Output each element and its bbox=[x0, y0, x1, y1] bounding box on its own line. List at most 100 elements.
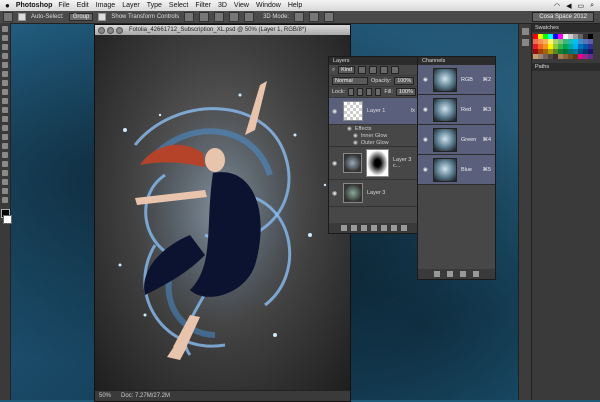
path-select-tool-icon[interactable] bbox=[2, 170, 8, 176]
wifi-icon[interactable]: ◠ bbox=[554, 2, 560, 10]
align-icon[interactable] bbox=[214, 12, 225, 22]
brush-tool-icon[interactable] bbox=[2, 89, 8, 95]
type-tool-icon[interactable] bbox=[2, 161, 8, 167]
zoom-tool-icon[interactable] bbox=[2, 197, 8, 203]
layer-name[interactable]: Layer 3 bbox=[367, 190, 385, 196]
opacity-field[interactable]: 100% bbox=[394, 77, 415, 85]
apple-icon[interactable]: ● bbox=[5, 1, 10, 10]
lock-position-icon[interactable] bbox=[366, 88, 373, 96]
channel-row[interactable]: ◉ Green ⌘4 bbox=[418, 125, 495, 155]
document-size[interactable]: Doc: 7.27M/27.2M bbox=[121, 393, 170, 399]
eye-icon[interactable]: ◉ bbox=[423, 137, 429, 143]
filter-pixel-icon[interactable] bbox=[358, 66, 367, 74]
show-transform-checkbox[interactable] bbox=[98, 13, 107, 21]
align-icon[interactable] bbox=[199, 12, 210, 22]
dodge-tool-icon[interactable] bbox=[2, 143, 8, 149]
move-tool-icon[interactable] bbox=[2, 26, 8, 32]
zoom-level[interactable]: 50% bbox=[99, 393, 111, 399]
filter-adjustment-icon[interactable] bbox=[369, 66, 378, 74]
filter-type-icon[interactable] bbox=[380, 66, 389, 74]
eye-icon[interactable]: ◉ bbox=[423, 167, 429, 173]
eye-icon[interactable]: ◉ bbox=[332, 160, 339, 167]
workspace-switcher[interactable]: Cosa Space 2012 bbox=[532, 12, 594, 22]
load-selection-icon[interactable] bbox=[434, 271, 440, 277]
trash-icon[interactable] bbox=[401, 225, 407, 231]
layer-name[interactable]: Layer 3 c... bbox=[393, 157, 419, 169]
history-icon[interactable] bbox=[522, 28, 529, 35]
auto-select-checkbox[interactable] bbox=[18, 13, 26, 21]
new-channel-icon[interactable] bbox=[460, 271, 466, 277]
layer-name[interactable]: Layer 1 bbox=[367, 108, 385, 114]
filter-shape-icon[interactable] bbox=[391, 66, 400, 74]
eye-icon[interactable]: ◉ bbox=[353, 140, 358, 146]
layer-row[interactable]: ◉ Layer 1 fx bbox=[329, 98, 419, 125]
save-selection-icon[interactable] bbox=[447, 271, 453, 277]
adjustment-icon[interactable] bbox=[371, 225, 377, 231]
distribute-icon[interactable] bbox=[229, 12, 240, 22]
tab-channels[interactable]: Channels bbox=[418, 58, 449, 64]
lock-pixels-icon[interactable] bbox=[357, 88, 364, 96]
lasso-tool-icon[interactable] bbox=[2, 44, 8, 50]
layer-row[interactable]: ◉ Layer 3 c... bbox=[329, 147, 419, 180]
move-tool-icon[interactable] bbox=[3, 12, 13, 22]
lock-transparent-icon[interactable] bbox=[348, 88, 355, 96]
menu-filter[interactable]: Filter bbox=[195, 2, 211, 9]
menu-layer[interactable]: Layer bbox=[122, 2, 140, 9]
healing-tool-icon[interactable] bbox=[2, 80, 8, 86]
tab-layers[interactable]: Layers bbox=[329, 58, 354, 64]
filter-kind-dropdown[interactable]: Kind bbox=[338, 66, 356, 74]
quick-select-tool-icon[interactable] bbox=[2, 53, 8, 59]
menu-3d[interactable]: 3D bbox=[218, 2, 227, 9]
auto-select-dropdown[interactable]: Group bbox=[68, 13, 94, 21]
blur-tool-icon[interactable] bbox=[2, 134, 8, 140]
marquee-tool-icon[interactable] bbox=[2, 35, 8, 41]
eye-icon[interactable]: ◉ bbox=[423, 77, 429, 83]
effects-header[interactable]: ◉ Effects bbox=[329, 125, 419, 132]
menu-help[interactable]: Help bbox=[288, 2, 302, 9]
eye-icon[interactable]: ◉ bbox=[353, 133, 358, 139]
link-icon[interactable] bbox=[341, 225, 347, 231]
menu-image[interactable]: Image bbox=[96, 2, 115, 9]
minimize-icon[interactable] bbox=[107, 26, 114, 34]
effect-row[interactable]: ◉ Outer Glow bbox=[329, 139, 419, 147]
tab-swatches[interactable]: Swatches bbox=[532, 24, 600, 32]
fill-field[interactable]: 100% bbox=[395, 88, 416, 96]
crop-tool-icon[interactable] bbox=[2, 62, 8, 68]
properties-icon[interactable] bbox=[522, 39, 529, 46]
eye-icon[interactable]: ◉ bbox=[347, 126, 352, 132]
background-color-swatch[interactable] bbox=[3, 215, 12, 224]
mask-icon[interactable] bbox=[361, 225, 367, 231]
eraser-tool-icon[interactable] bbox=[2, 116, 8, 122]
effect-row[interactable]: ◉ Inner Glow bbox=[329, 132, 419, 139]
3d-pan-icon[interactable] bbox=[324, 12, 335, 22]
history-brush-tool-icon[interactable] bbox=[2, 107, 8, 113]
clone-tool-icon[interactable] bbox=[2, 98, 8, 104]
eye-icon[interactable]: ◉ bbox=[332, 190, 339, 197]
hand-tool-icon[interactable] bbox=[2, 188, 8, 194]
gradient-tool-icon[interactable] bbox=[2, 125, 8, 131]
fx-icon[interactable] bbox=[351, 225, 357, 231]
menu-type[interactable]: Type bbox=[147, 2, 162, 9]
eyedropper-tool-icon[interactable] bbox=[2, 71, 8, 77]
zoom-icon[interactable] bbox=[116, 26, 123, 34]
eye-icon[interactable]: ◉ bbox=[423, 107, 429, 113]
3d-roll-icon[interactable] bbox=[309, 12, 320, 22]
layer-row[interactable]: ◉ Layer 3 bbox=[329, 180, 419, 207]
shape-tool-icon[interactable] bbox=[2, 179, 8, 185]
3d-rotate-icon[interactable] bbox=[294, 12, 305, 22]
color-swatch[interactable] bbox=[588, 54, 593, 59]
distribute-icon[interactable] bbox=[244, 12, 255, 22]
new-layer-icon[interactable] bbox=[391, 225, 397, 231]
lock-all-icon[interactable] bbox=[375, 88, 382, 96]
battery-icon[interactable]: ▭ bbox=[577, 2, 584, 10]
channel-row[interactable]: ◉ Red ⌘3 bbox=[418, 95, 495, 125]
channel-row[interactable]: ◉ Blue ⌘5 bbox=[418, 155, 495, 185]
menu-select[interactable]: Select bbox=[169, 2, 188, 9]
trash-icon[interactable] bbox=[473, 271, 479, 277]
close-icon[interactable] bbox=[98, 26, 105, 34]
document-titlebar[interactable]: Fotolia_42661712_Subscription_XL.psd @ 5… bbox=[95, 25, 350, 35]
volume-icon[interactable]: ◀ bbox=[566, 2, 571, 10]
filter-icon[interactable]: ⌕ bbox=[332, 67, 335, 74]
menu-window[interactable]: Window bbox=[256, 2, 281, 9]
menu-file[interactable]: File bbox=[58, 2, 69, 9]
